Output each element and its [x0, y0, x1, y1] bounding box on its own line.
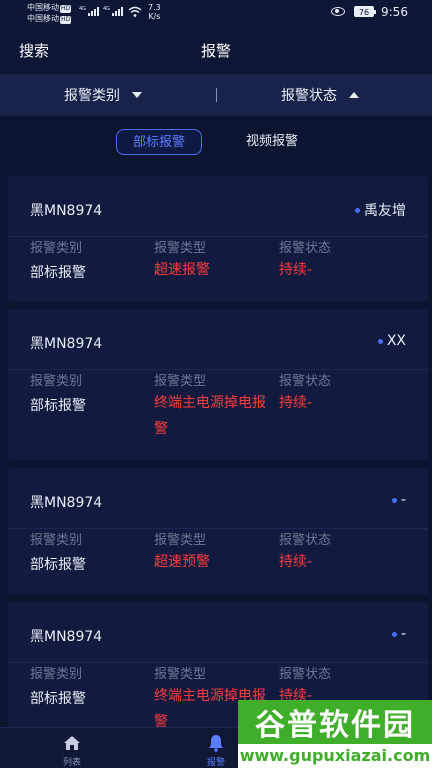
alarm-card[interactable]: 黑MN8974 - 报警类别 报警类型 报警状态 部标报警 超速预警 持续-: [8, 468, 428, 594]
driver-name: -: [400, 492, 406, 508]
status-bar: 中国移动 HD 中国移动 HD 4G 4G 7.3 K/s 76 9:56: [0, 0, 432, 28]
eye-icon: [331, 7, 345, 16]
type-label: 报警类型: [154, 241, 207, 256]
clock: 9:56: [381, 5, 408, 19]
triangle-down-icon: [132, 92, 142, 98]
network-speed: 7.3 K/s: [148, 3, 161, 21]
bell-icon: [209, 735, 223, 752]
type-value: 超速报警: [154, 257, 210, 283]
driver-name: XX: [386, 333, 406, 349]
alarm-card[interactable]: 黑MN8974 禹友增 报警类别 报警类型 报警状态 部标报警 超速报警 持续-: [8, 176, 428, 301]
status-value: 持续-: [279, 554, 313, 570]
triangle-up-icon: [349, 92, 359, 98]
speed-unit: K/s: [148, 12, 161, 21]
battery-icon: 76: [354, 6, 376, 17]
tab-list[interactable]: 列表: [42, 728, 102, 768]
page-title: 报警: [200, 42, 231, 60]
filter-bar: 报警类别 报警状态: [0, 74, 432, 116]
type-value-line2: 警: [154, 421, 168, 437]
driver-info: XX: [377, 333, 406, 349]
network-type-2: 4G: [103, 6, 111, 12]
status-label: 报警状态: [279, 241, 332, 256]
driver-name: 禹友增: [364, 203, 406, 219]
hd-badge-2: HD: [60, 16, 72, 24]
status-value: 持续-: [279, 395, 313, 411]
driver-info: 禹友增: [355, 200, 406, 220]
status-filter-dropdown[interactable]: 报警状态: [281, 74, 359, 116]
vehicle-plate: 黑MN8974: [30, 336, 103, 352]
status-filter-label: 报警状态: [281, 88, 337, 104]
category-filter-dropdown[interactable]: 报警类别: [64, 74, 142, 116]
tab-alarm-label: 报警: [206, 758, 225, 768]
carrier-2: 中国移动: [27, 14, 59, 23]
vehicle-plate: 黑MN8974: [30, 495, 103, 511]
watermark-brand: 谷普软件园: [238, 700, 432, 744]
category-label: 报警类别: [30, 667, 83, 682]
vehicle-plate: 黑MN8974: [30, 629, 103, 645]
category-value: 部标报警: [30, 398, 86, 414]
app-header: 搜索 报警: [0, 28, 432, 74]
tab-video-alarm[interactable]: 视频报警: [246, 129, 298, 155]
watermark-url: www.gupuxiazai.com: [238, 744, 432, 768]
home-icon: [64, 736, 80, 750]
category-label: 报警类别: [30, 533, 83, 548]
signal-icon-1: [88, 7, 99, 16]
type-label: 报警类型: [154, 667, 207, 682]
driver-name: -: [400, 626, 406, 642]
category-value: 部标报警: [30, 557, 86, 573]
tab-alarm[interactable]: 报警: [186, 728, 246, 768]
alarm-list: 黑MN8974 禹友增 报警类别 报警类型 报警状态 部标报警 超速报警 持续-…: [0, 170, 432, 727]
status-label: 报警状态: [279, 667, 332, 682]
carrier-info: 中国移动 HD 中国移动 HD: [27, 2, 72, 24]
category-label: 报警类别: [30, 241, 83, 256]
type-value: 超速预警: [154, 549, 210, 575]
tab-standard-alarm[interactable]: 部标报警: [116, 129, 202, 155]
status-dot-icon: [391, 631, 397, 637]
category-value: 部标报警: [30, 691, 86, 707]
status-label: 报警状态: [279, 533, 332, 548]
signal-icon-2: [112, 7, 123, 16]
type-label: 报警类型: [154, 533, 207, 548]
speed-value: 7.3: [148, 3, 161, 12]
watermark-logo: 谷普软件园 www.gupuxiazai.com: [238, 700, 432, 768]
alarm-source-tabs: 部标报警 视频报警: [0, 116, 432, 170]
category-label: 报警类别: [30, 374, 83, 389]
carrier-1: 中国移动: [27, 3, 59, 12]
status-label: 报警状态: [279, 374, 332, 389]
type-value-line1: 超速报警: [154, 262, 210, 278]
status-dot-icon: [377, 338, 383, 344]
network-type-1: 4G: [79, 6, 87, 12]
type-label: 报警类型: [154, 374, 207, 389]
category-value: 部标报警: [30, 265, 86, 281]
type-value: 终端主电源掉电报警: [154, 390, 266, 442]
type-value-line1: 终端主电源掉电报: [154, 395, 266, 411]
driver-info: -: [391, 626, 406, 642]
status-dot-icon: [391, 497, 397, 503]
status-dot-icon: [355, 207, 360, 213]
type-value-line1: 超速预警: [154, 554, 210, 570]
vehicle-plate: 黑MN8974: [30, 203, 103, 219]
filter-divider: [216, 88, 217, 102]
driver-info: -: [391, 492, 406, 508]
tab-list-label: 列表: [62, 758, 81, 768]
hd-badge-1: HD: [60, 5, 72, 13]
wifi-icon: [128, 6, 142, 17]
alarm-card[interactable]: 黑MN8974 XX 报警类别 报警类型 报警状态 部标报警 终端主电源掉电报警…: [8, 309, 428, 460]
status-value: 持续-: [279, 262, 313, 278]
category-filter-label: 报警类别: [64, 88, 120, 104]
